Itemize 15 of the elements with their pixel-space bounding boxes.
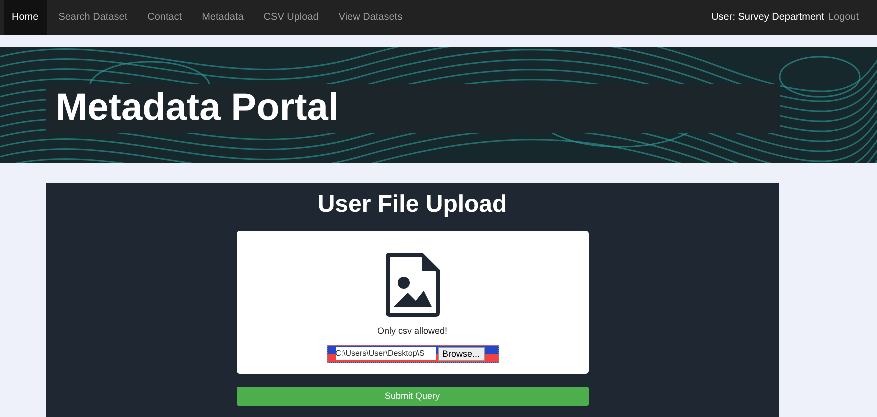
upload-note: Only csv allowed! xyxy=(377,325,448,338)
logout-link[interactable]: Logout xyxy=(828,10,859,25)
file-input[interactable]: C:\Users\User\Desktop\S Browse... xyxy=(326,344,498,362)
nav-link[interactable]: Home xyxy=(4,0,47,35)
upload-title: User File Upload xyxy=(318,190,508,220)
nav-link[interactable]: View Datasets xyxy=(330,0,411,35)
nav-link[interactable]: CSV Upload xyxy=(256,0,327,35)
browse-button[interactable]: Browse... xyxy=(438,346,486,360)
image-file-icon xyxy=(386,253,440,317)
user-label: User: Survey Department xyxy=(712,11,824,25)
nav-link[interactable]: Contact xyxy=(140,0,190,35)
nav-link[interactable]: Search Dataset xyxy=(50,0,136,35)
file-path: C:\Users\User\Desktop\S xyxy=(336,347,436,360)
portal-title: Metadata Portal xyxy=(56,86,339,131)
nav-link[interactable]: Metadata xyxy=(194,0,252,35)
